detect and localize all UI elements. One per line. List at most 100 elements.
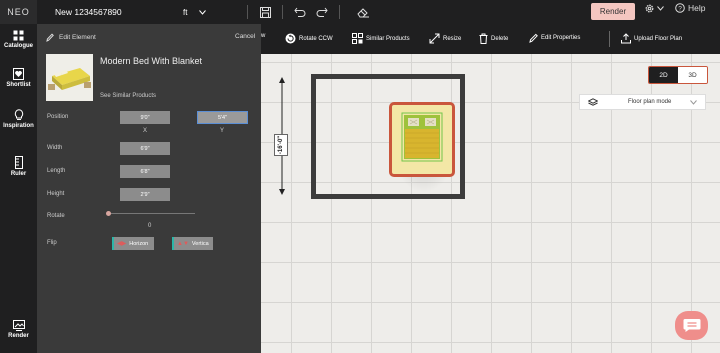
rotate-cw-label: w xyxy=(261,33,266,39)
selected-bed[interactable] xyxy=(389,102,455,177)
divider xyxy=(339,5,340,19)
floor-plan-mode-label: Floor plan mode xyxy=(628,99,672,105)
grid-icon xyxy=(13,30,24,41)
divider xyxy=(609,31,610,47)
position-x-input[interactable]: 9'0" xyxy=(120,111,170,124)
resize-icon xyxy=(429,33,440,44)
rotate-label: Rotate xyxy=(47,213,65,219)
resize-button[interactable]: Resize xyxy=(429,33,461,44)
chat-button[interactable] xyxy=(675,311,708,340)
height-input[interactable]: 2'9" xyxy=(120,188,170,201)
render-icon xyxy=(12,320,25,331)
bulb-icon xyxy=(14,109,23,120)
rotate-cw-button[interactable]: w xyxy=(261,33,265,39)
floor-plan-mode-select[interactable]: Floor plan mode xyxy=(579,94,706,110)
resize-label: Resize xyxy=(443,35,462,42)
see-similar-link[interactable]: See Similar Products xyxy=(100,93,156,99)
dimension-label[interactable]: -16'-0" xyxy=(274,134,288,156)
eraser-button[interactable] xyxy=(352,1,374,23)
view-3d-button[interactable]: 3D xyxy=(678,67,707,83)
upload-floor-plan-label: Upload Floor Plan xyxy=(634,35,683,42)
rail-item-shortlist[interactable]: Shortlist xyxy=(0,68,37,88)
unit-value: ft xyxy=(183,7,188,17)
view-toggle: 2D 3D xyxy=(648,66,708,84)
redo-icon xyxy=(316,7,328,17)
heart-icon xyxy=(13,68,24,80)
floor-plan-canvas[interactable]: -16'-0" 2D 3D Floor plan mode xyxy=(261,54,720,353)
edit-properties-label: Edit Properties xyxy=(541,35,581,41)
pencil-icon xyxy=(529,33,538,43)
render-button[interactable]: Render xyxy=(591,3,635,20)
length-input[interactable]: 6'8" xyxy=(120,165,170,178)
delete-label: Delete xyxy=(491,35,509,42)
flip-horizontal-label: Horizon xyxy=(129,240,149,247)
flip-horizontal-icon: ◀▶ xyxy=(117,241,127,247)
flip-label: Flip xyxy=(47,240,57,246)
panel-title-text: Edit Element xyxy=(59,34,96,41)
chat-icon xyxy=(683,319,700,332)
save-button[interactable] xyxy=(254,1,276,23)
gear-icon xyxy=(645,4,654,13)
width-input[interactable]: 6'9" xyxy=(120,142,170,155)
rail-item-catalogue[interactable]: Catalogue xyxy=(0,30,37,49)
settings-menu[interactable] xyxy=(644,3,664,14)
edit-properties-button[interactable]: Edit Properties xyxy=(529,33,580,43)
chevron-down-icon xyxy=(690,99,697,105)
height-label: Height xyxy=(47,191,65,197)
top-bar: NEO New 1234567890 ft Render ? Help xyxy=(0,0,720,24)
unit-select[interactable]: ft xyxy=(183,8,241,17)
divider xyxy=(282,5,283,19)
rail-item-render[interactable]: Render xyxy=(0,320,37,339)
undo-button[interactable] xyxy=(289,1,311,23)
eraser-icon xyxy=(356,7,369,17)
rotate-value: 0 xyxy=(148,223,152,229)
layers-icon xyxy=(588,97,598,106)
app-logo: NEO xyxy=(0,0,37,24)
position-y-input[interactable]: 5'4" xyxy=(197,111,248,124)
view-2d-button[interactable]: 2D xyxy=(649,67,678,83)
rotate-ccw-icon xyxy=(285,33,296,44)
rotate-ccw-button[interactable]: Rotate CCW xyxy=(285,33,333,44)
similar-products-button[interactable]: Similar Products xyxy=(352,33,410,44)
rail-label: Render xyxy=(8,333,29,339)
axis-x-label: X xyxy=(143,128,148,134)
upload-icon xyxy=(621,33,631,44)
app-root: NEO New 1234567890 ft Render ? Help Cata… xyxy=(0,0,720,353)
left-rail: Catalogue Shortlist Inspiration Ruler Re… xyxy=(0,24,37,353)
divider xyxy=(247,5,248,19)
rail-label: Inspiration xyxy=(3,123,34,129)
panel-title: Edit Element xyxy=(46,33,96,42)
rail-label: Ruler xyxy=(10,171,27,177)
length-label: Length xyxy=(47,168,66,174)
flip-vertical-icon: ▲▼ xyxy=(177,240,189,247)
delete-button[interactable]: Delete xyxy=(479,33,508,44)
trash-icon xyxy=(479,33,488,44)
similar-products-icon xyxy=(352,33,363,44)
help-button[interactable]: ? Help xyxy=(675,3,705,13)
similar-products-label: Similar Products xyxy=(366,35,410,42)
edit-element-panel: Edit Element Cancel Modern Bed With Blan… xyxy=(37,24,261,353)
redo-button[interactable] xyxy=(311,1,333,23)
element-toolbar: w Rotate CCW Similar Products Resize Del… xyxy=(261,24,720,54)
rail-label: Shortlist xyxy=(6,82,31,88)
help-icon: ? xyxy=(675,3,685,13)
pencil-icon xyxy=(46,33,54,42)
rotate-slider-track[interactable] xyxy=(109,213,195,214)
rotate-slider-thumb[interactable] xyxy=(106,211,111,216)
rotate-ccw-label: Rotate CCW xyxy=(299,35,333,42)
chevron-down-icon xyxy=(199,9,207,15)
svg-text:?: ? xyxy=(678,6,682,13)
chevron-down-icon xyxy=(657,6,664,11)
rail-item-ruler[interactable]: Ruler xyxy=(0,156,37,177)
rail-item-inspiration[interactable]: Inspiration xyxy=(0,109,37,129)
flip-vertical-button[interactable]: ▲▼ Vertica xyxy=(172,237,213,250)
upload-floor-plan-button[interactable]: Upload Floor Plan xyxy=(621,33,682,44)
undo-icon xyxy=(294,7,306,17)
cancel-button[interactable]: Cancel xyxy=(235,33,255,40)
product-name: Modern Bed With Blanket xyxy=(100,56,203,66)
project-name[interactable]: New 1234567890 xyxy=(55,7,165,17)
flip-horizontal-button[interactable]: ◀▶ Horizon xyxy=(112,237,154,250)
save-icon xyxy=(259,6,271,18)
product-thumbnail xyxy=(46,54,93,101)
flip-vertical-label: Vertica xyxy=(191,240,209,247)
